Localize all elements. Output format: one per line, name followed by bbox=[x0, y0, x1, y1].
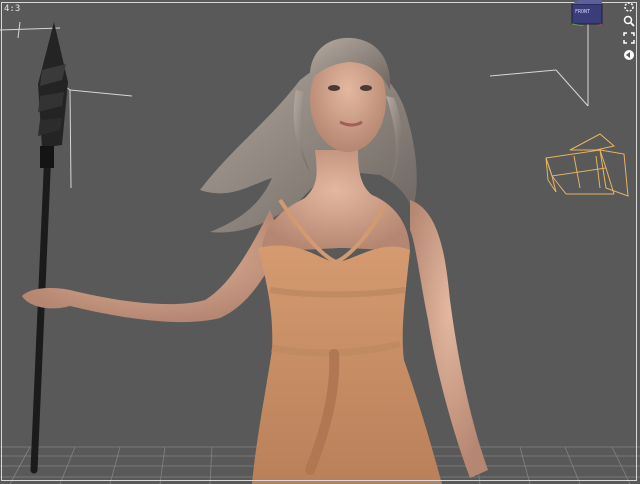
viewport-3d[interactable]: 4:3 FRONT bbox=[0, 0, 640, 484]
frame-icon[interactable] bbox=[622, 31, 636, 45]
spear-prop bbox=[30, 22, 68, 474]
dress bbox=[252, 245, 442, 484]
zoom-icon[interactable] bbox=[622, 14, 636, 28]
aspect-ratio-label: 4:3 bbox=[4, 4, 21, 14]
pan-icon[interactable] bbox=[622, 48, 636, 62]
view-cube-label: FRONT bbox=[575, 9, 591, 15]
camera-gizmo bbox=[545, 133, 629, 197]
orbit-icon[interactable] bbox=[622, 0, 636, 14]
scene-render bbox=[0, 20, 640, 484]
